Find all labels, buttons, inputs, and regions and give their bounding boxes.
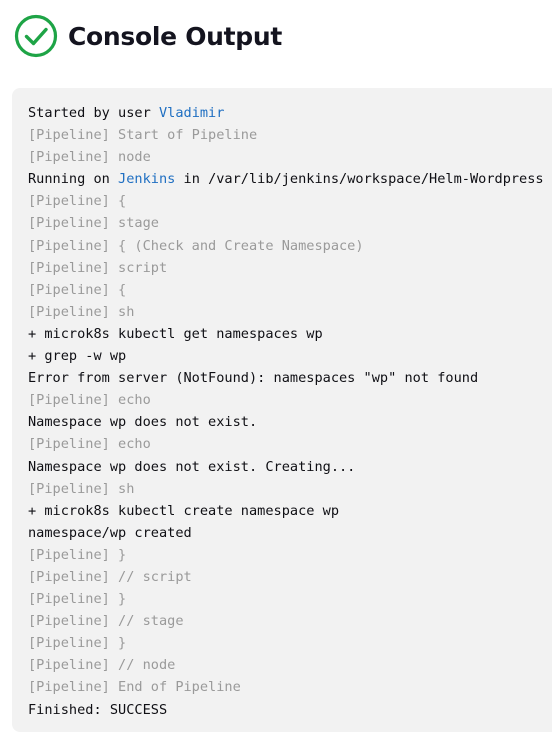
console-line: [Pipeline] sh	[28, 303, 135, 320]
console-line: + microk8s kubectl create namespace wp	[28, 502, 339, 519]
console-line: [Pipeline] {	[28, 193, 127, 210]
console-line: Namespace wp does not exist.	[28, 414, 258, 431]
console-line-error: Error from server (NotFound): namespaces…	[28, 370, 479, 387]
console-line-running-on: Running on Jenkins in /var/lib/jenkins/w…	[28, 168, 552, 190]
workspace-path-text: in /var/lib/jenkins/workspace/Helm-Wordp…	[175, 171, 544, 188]
console-line: [Pipeline] Start of Pipeline	[28, 127, 258, 144]
console-output-panel: Started by user Vladimir [Pipeline] Star…	[12, 88, 552, 732]
console-line-finished: Finished: SUCCESS	[28, 701, 168, 718]
console-line: [Pipeline] node	[28, 149, 151, 166]
console-line: [Pipeline] sh	[28, 480, 135, 497]
console-line: Namespace wp does not exist. Creating...	[28, 458, 356, 475]
console-line: [Pipeline] stage	[28, 215, 159, 232]
user-link[interactable]: Vladimir	[159, 105, 224, 121]
console-line: [Pipeline] script	[28, 259, 168, 276]
page-title: Console Output	[68, 21, 283, 51]
console-line: [Pipeline] }	[28, 635, 127, 652]
console-line: [Pipeline] // stage	[28, 613, 184, 630]
console-line: namespace/wp created	[28, 524, 192, 541]
running-on-text: Running on	[28, 171, 119, 188]
console-line: [Pipeline] echo	[28, 436, 151, 453]
started-by-text: Started by user	[28, 105, 159, 121]
console-line: + microk8s kubectl get namespaces wp	[28, 325, 323, 342]
console-line: [Pipeline] {	[28, 281, 127, 298]
console-line-started-by: Started by user Vladimir	[28, 102, 552, 124]
success-check-circle-icon	[14, 14, 58, 58]
console-line: + grep -w wp	[28, 348, 127, 365]
page-header: Console Output	[14, 14, 282, 58]
node-link[interactable]: Jenkins	[118, 171, 175, 187]
console-line: [Pipeline] { (Check and Create Namespace…	[28, 237, 364, 254]
console-line: [Pipeline] echo	[28, 392, 151, 409]
console-line: [Pipeline] End of Pipeline	[28, 679, 241, 696]
console-line: [Pipeline] }	[28, 546, 127, 563]
console-line: [Pipeline] }	[28, 591, 127, 608]
console-line: [Pipeline] // script	[28, 568, 192, 585]
console-line: [Pipeline] // node	[28, 657, 176, 674]
